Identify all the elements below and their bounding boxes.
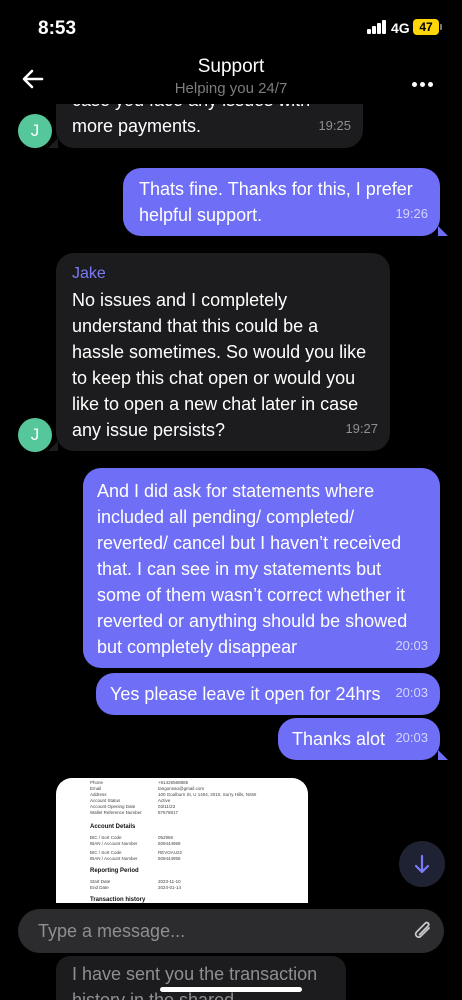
ellipsis-icon xyxy=(412,74,436,91)
attach-button[interactable] xyxy=(410,918,436,944)
message-text: No issues and I completely understand th… xyxy=(72,290,367,440)
statement-document-preview[interactable]: Phone +61426568885 Email tangonsao@gmail… xyxy=(56,778,308,903)
message-list[interactable]: case you face any issues with more payme… xyxy=(0,0,462,1000)
sender-name: Jake xyxy=(72,265,106,282)
message-time: 19:25 xyxy=(318,118,351,133)
message-text: I have sent you the transaction history … xyxy=(72,964,318,1000)
message-text: And I did ask for statements where inclu… xyxy=(97,481,408,657)
message-bubble-user: Thats fine. Thanks for this, I prefer he… xyxy=(123,168,440,236)
avatar: J xyxy=(18,418,52,452)
message-bubble-user: And I did ask for statements where inclu… xyxy=(83,468,440,668)
page-subtitle: Helping you 24/7 xyxy=(174,80,288,97)
more-options-button[interactable] xyxy=(412,74,436,92)
message-time: 20:03 xyxy=(395,730,428,745)
avatar: J xyxy=(18,114,52,148)
message-bubble-user: Yes please leave it open for 24hrs 20:03 xyxy=(96,673,440,715)
message-time: 19:27 xyxy=(345,421,378,436)
message-bubble-agent: I have sent you the transaction history … xyxy=(56,956,346,1000)
message-time: 20:03 xyxy=(395,638,428,653)
arrow-down-icon xyxy=(414,854,430,874)
message-text: Yes please leave it open for 24hrs xyxy=(110,684,381,704)
scroll-to-bottom-button[interactable] xyxy=(399,841,445,887)
message-bubble-user: Thanks alot 20:03 xyxy=(278,718,440,760)
paperclip-icon xyxy=(414,921,430,938)
message-input-placeholder: Type a message... xyxy=(38,921,186,941)
page-title: Support xyxy=(197,56,265,77)
message-text: Thanks alot xyxy=(292,729,386,749)
home-indicator xyxy=(160,987,302,992)
message-time: 20:03 xyxy=(395,685,428,700)
message-text: Thats fine. Thanks for this, I prefer he… xyxy=(139,179,413,225)
message-time: 19:26 xyxy=(395,206,428,221)
message-input[interactable]: Type a message... xyxy=(18,909,444,953)
chat-header: Support Helping you 24/7 xyxy=(0,50,462,104)
message-bubble-agent: Jake No issues and I completely understa… xyxy=(56,253,390,451)
